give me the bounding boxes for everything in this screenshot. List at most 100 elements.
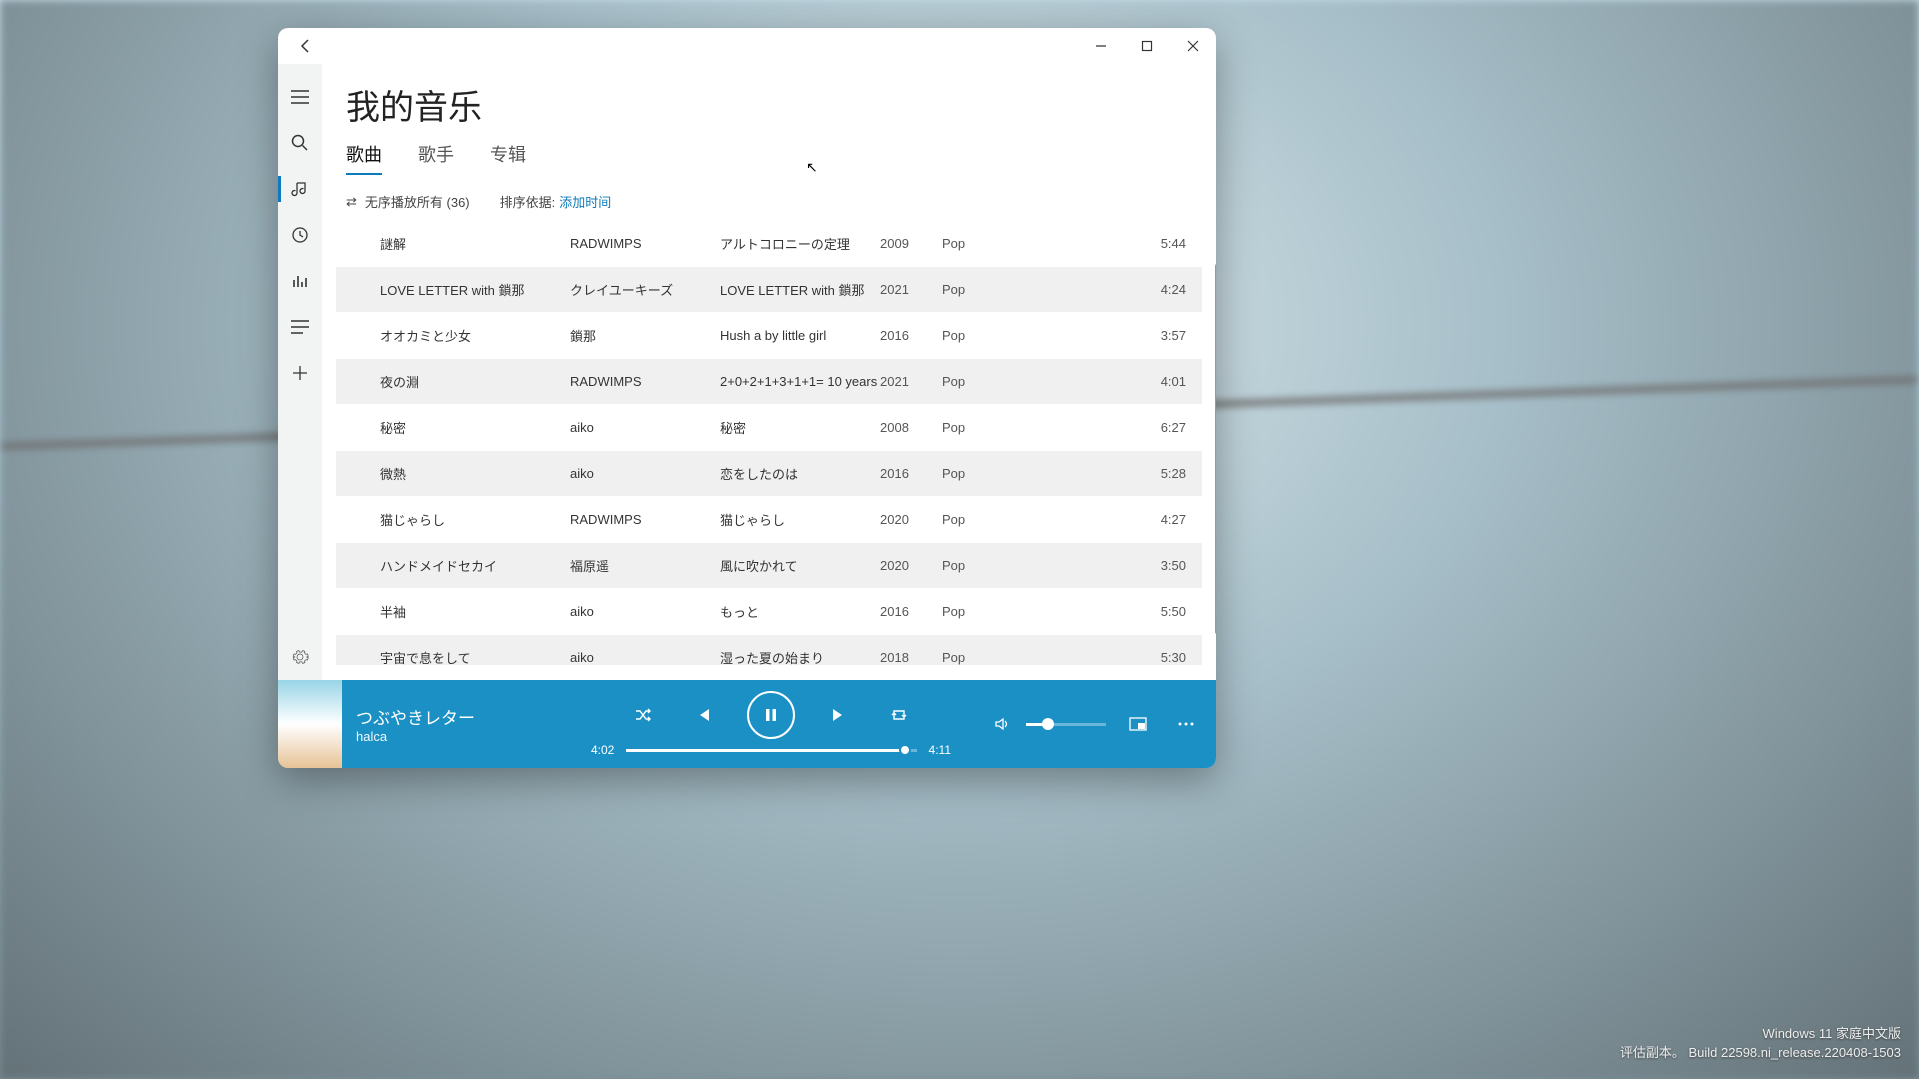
song-artist: RADWIMPS [570,236,720,251]
song-year: 2016 [880,328,942,343]
song-artist: 福原遥 [570,556,720,575]
scrollbar-thumb[interactable] [1215,264,1216,634]
close-button[interactable] [1170,28,1216,64]
song-year: 2008 [880,420,942,435]
minimize-button[interactable] [1078,28,1124,64]
song-row[interactable]: 微熱aiko恋をしたのは2016Pop5:28 [336,451,1202,496]
song-genre: Pop [942,650,1010,665]
song-list[interactable]: 謎解RADWIMPSアルトコロニーの定理2009Pop5:44LOVE LETT… [322,217,1216,665]
hamburger-button[interactable] [278,74,322,120]
song-album: 恋をしたのは [720,464,880,483]
seek-bar[interactable] [626,749,916,752]
song-genre: Pop [942,420,1010,435]
song-row[interactable]: 秘密aiko秘密2008Pop6:27 [336,405,1202,450]
skip-next-icon [830,706,848,724]
song-row[interactable]: LOVE LETTER with 鎖那クレイユーキーズLOVE LETTER w… [336,267,1202,312]
song-artist: aiko [570,466,720,481]
song-row[interactable]: ハンドメイドセカイ福原遥風に吹かれて2020Pop3:50 [336,543,1202,588]
sidebar-item-recent[interactable] [278,212,322,258]
song-album: もっと [720,602,880,621]
song-duration: 6:27 [1010,420,1194,435]
song-genre: Pop [942,604,1010,619]
song-genre: Pop [942,466,1010,481]
now-playing-title: つぶやきレター [356,704,556,729]
sidebar [278,64,322,680]
fullscreen-button[interactable] [1122,708,1154,740]
song-album: 湿った夏の始まり [720,648,880,665]
song-album: アルトコロニーの定理 [720,234,880,253]
time-elapsed: 4:02 [591,743,614,757]
song-title: 夜の淵 [380,372,570,391]
sidebar-item-now-playing[interactable] [278,258,322,304]
song-row[interactable]: 謎解RADWIMPSアルトコロニーの定理2009Pop5:44 [336,221,1202,266]
sidebar-item-playlists[interactable] [278,304,322,350]
song-row[interactable]: 半袖aikoもっと2016Pop5:50 [336,589,1202,634]
shuffle-button[interactable] [627,699,659,731]
miniplayer-icon [1129,717,1147,731]
sidebar-item-add[interactable] [278,350,322,396]
tab-songs[interactable]: 歌曲 [346,141,382,175]
sort-by-value[interactable]: 添加时间 [559,192,611,211]
song-year: 2016 [880,466,942,481]
gear-icon [291,648,309,666]
song-row[interactable]: 夜の淵RADWIMPS2+0+2+1+3+1+1= 10 years2021Po… [336,359,1202,404]
song-title: ハンドメイドセカイ [380,556,570,575]
tab-artists[interactable]: 歌手 [418,141,454,175]
song-duration: 3:50 [1010,558,1194,573]
song-title: オオカミと少女 [380,326,570,345]
seek-handle[interactable] [899,744,911,756]
back-button[interactable] [286,28,326,64]
volume-bar[interactable] [1026,723,1106,726]
equalizer-icon [291,272,309,290]
player-right-controls [986,708,1202,740]
song-genre: Pop [942,558,1010,573]
sidebar-item-my-music[interactable] [278,166,322,212]
song-title: 半袖 [380,602,570,621]
song-artist: aiko [570,650,720,665]
shuffle-icon: ⇄ [346,194,357,210]
search-button[interactable] [278,120,322,166]
shuffle-icon [634,706,652,724]
shuffle-all-button[interactable]: ⇄ 无序播放所有 (36) [346,192,470,211]
next-button[interactable] [823,699,855,731]
volume-handle[interactable] [1042,718,1054,730]
maximize-button[interactable] [1124,28,1170,64]
now-playing-bar: つぶやきレター halca 4:02 4:11 [278,680,1216,768]
play-pause-button[interactable] [747,691,795,739]
song-genre: Pop [942,512,1010,527]
song-genre: Pop [942,328,1010,343]
song-year: 2018 [880,650,942,665]
playlist-icon [291,320,309,334]
song-genre: Pop [942,374,1010,389]
repeat-button[interactable] [883,699,915,731]
search-icon [291,134,309,152]
more-button[interactable] [1170,708,1202,740]
song-album: LOVE LETTER with 鎖那 [720,280,880,299]
song-row[interactable]: 猫じゃらしRADWIMPS猫じゃらし2020Pop4:27 [336,497,1202,542]
close-icon [1187,40,1199,52]
song-row[interactable]: オオカミと少女鎖那Hush a by little girl2016Pop3:5… [336,313,1202,358]
now-playing-meta: つぶやきレター halca [356,704,556,744]
minimize-icon [1095,40,1107,52]
song-album: 風に吹かれて [720,556,880,575]
hamburger-icon [291,90,309,104]
song-title: 秘密 [380,418,570,437]
tab-albums[interactable]: 专辑 [490,141,526,175]
song-genre: Pop [942,282,1010,297]
now-playing-artist: halca [356,729,556,744]
song-title: LOVE LETTER with 鎖那 [380,280,570,299]
settings-button[interactable] [278,634,322,680]
repeat-icon [890,706,908,724]
pause-icon [763,707,779,723]
previous-button[interactable] [687,699,719,731]
progress-row: 4:02 4:11 [591,743,951,757]
plus-icon [292,365,308,381]
skip-previous-icon [694,706,712,724]
clock-icon [291,226,309,244]
volume-button[interactable] [986,708,1018,740]
desktop-watermark: Windows 11 家庭中文版 评估副本。 Build 22598.ni_re… [1620,1023,1901,1061]
album-art[interactable] [278,680,342,768]
shuffle-all-label: 无序播放所有 (36) [365,192,470,211]
song-row[interactable]: 宇宙で息をしてaiko湿った夏の始まり2018Pop5:30 [336,635,1202,665]
song-artist: RADWIMPS [570,374,720,389]
